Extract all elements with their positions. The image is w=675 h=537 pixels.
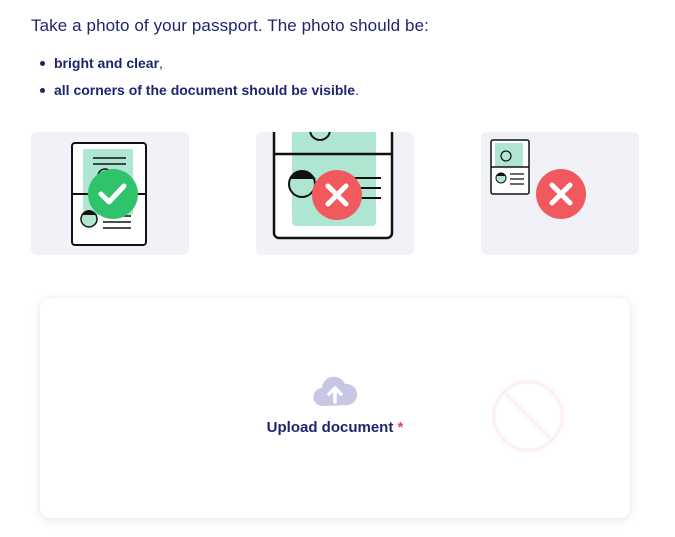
- requirement-item: bright and clear,: [40, 50, 359, 77]
- instruction-text: Take a photo of your passport. The photo…: [31, 16, 429, 35]
- required-asterisk: *: [397, 419, 404, 436]
- upload-label-text[interactable]: Upload document: [267, 419, 394, 436]
- requirement-punctuation: ,: [159, 55, 163, 71]
- requirement-text: bright and clear: [54, 55, 160, 71]
- checkmark-icon: [88, 169, 138, 219]
- example-card-incorrect-cropped: [256, 132, 414, 255]
- requirements-list: bright and clear, all corners of the doc…: [40, 50, 359, 104]
- upload-dropzone[interactable]: Upload document *: [40, 298, 630, 518]
- requirement-text: all corners of the document should be vi…: [54, 82, 356, 98]
- requirement-item: all corners of the document should be vi…: [40, 77, 359, 104]
- bullet-icon: [40, 61, 45, 66]
- bullet-icon: [40, 88, 45, 93]
- requirement-punctuation: .: [355, 82, 359, 98]
- no-photo-watermark-icon: [492, 380, 564, 452]
- cross-icon: [312, 170, 362, 220]
- cloud-upload-icon[interactable]: [313, 374, 357, 408]
- cross-icon: [536, 169, 586, 219]
- example-card-correct: [31, 132, 189, 255]
- example-card-incorrect-small: [481, 132, 639, 255]
